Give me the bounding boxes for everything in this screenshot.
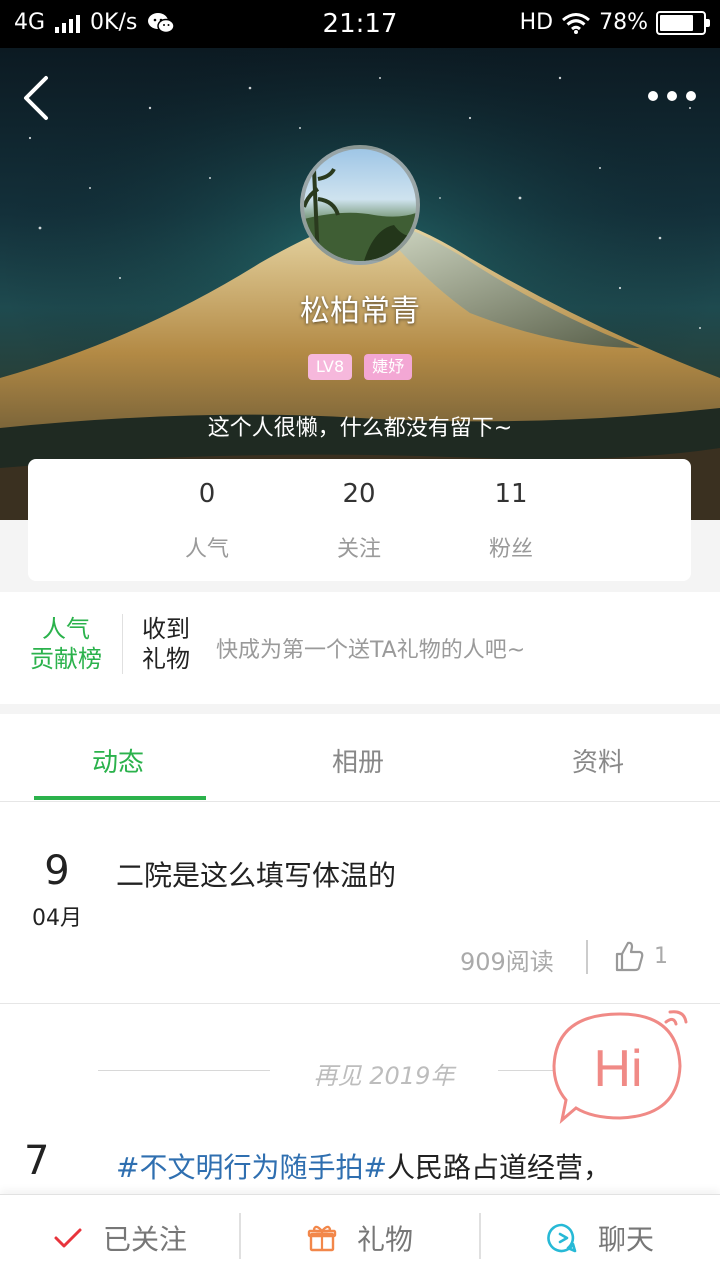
gift-label: 礼物 [356, 1223, 413, 1256]
post-title-text: 人民路占道经营， [386, 1151, 611, 1184]
gifts-section: 人气 贡献榜 收到 礼物 快成为第一个送TA礼物的人吧~ [0, 592, 720, 704]
bio-text: 这个人很懒，什么都没有留下~ [207, 416, 513, 441]
back-button[interactable] [18, 70, 58, 126]
feed-list: 9 04月 二院是这么填写体温的 909阅读 1 再见 2019年 7 #不文明… [0, 802, 720, 1194]
badge-row: LV8 婕妤 [0, 354, 720, 380]
post-hashtag[interactable]: #不文明行为随手拍# [116, 1151, 387, 1184]
battery-icon [656, 10, 710, 35]
chat-label: 聊天 [597, 1223, 654, 1256]
stat-value: 20 [342, 479, 376, 509]
more-options-button[interactable] [648, 84, 698, 108]
stat-label: 粉丝 [488, 537, 533, 562]
status-right: HD 78% [519, 10, 710, 35]
stat-label: 关注 [336, 537, 381, 562]
stat-label: 人气 [184, 537, 229, 562]
thumbs-up-icon [615, 941, 644, 972]
stat-value: 0 [198, 479, 216, 509]
like-count: 1 [654, 944, 668, 969]
profile-tabs: 动态 相册 资料 [0, 714, 720, 802]
bottom-action-bar: 已关注 礼物 聊天 [0, 1194, 720, 1280]
level-badge: LV8 [307, 354, 353, 380]
received-line2: 礼物 [142, 645, 190, 673]
divider [586, 940, 588, 974]
profile-header: 松柏常青 LV8 婕妤 这个人很懒，什么都没有留下~ [0, 48, 720, 520]
received-line1: 收到 [142, 615, 190, 643]
post-day: 9 [44, 848, 70, 894]
rank-label-line1: 人气 [42, 615, 90, 643]
hi-greeting-button[interactable]: Hi [552, 1008, 692, 1126]
divider [122, 614, 123, 674]
follow-button[interactable]: 已关注 [0, 1195, 240, 1280]
post-day: 7 [24, 1138, 50, 1184]
stat-following[interactable]: 20 关注 [299, 479, 419, 563]
chat-button[interactable]: 聊天 [480, 1195, 720, 1280]
rank-label-line2: 贡献榜 [30, 645, 102, 673]
stat-value: 11 [494, 479, 528, 509]
tab-profile-info[interactable]: 资料 [572, 742, 624, 779]
title-badge: 婕妤 [364, 354, 413, 380]
hi-text: Hi [593, 1040, 642, 1098]
follow-label: 已关注 [102, 1223, 187, 1256]
stat-popularity[interactable]: 0 人气 [147, 479, 267, 563]
stats-card: 0 人气 20 关注 11 粉丝 [28, 459, 691, 581]
back-arrow-icon [24, 76, 48, 120]
status-bar: 4G 0K/s 21:17 HD 78% [0, 0, 720, 48]
gift-icon [307, 1225, 337, 1252]
more-dots-icon [648, 91, 696, 101]
gift-hint-text[interactable]: 快成为第一个送TA礼物的人吧~ [216, 632, 525, 664]
check-icon [54, 1228, 82, 1248]
wifi-icon [562, 12, 591, 34]
hi-bubble-icon: Hi [552, 1010, 688, 1124]
avatar[interactable] [300, 145, 420, 265]
battery-percent: 78% [599, 10, 648, 35]
battery-fill [660, 14, 693, 31]
post-month: 04月 [32, 906, 82, 931]
stat-followers[interactable]: 11 粉丝 [451, 479, 571, 563]
tab-moments[interactable]: 动态 [92, 742, 144, 779]
like-button[interactable] [614, 940, 644, 976]
gift-button[interactable]: 礼物 [240, 1195, 480, 1280]
chat-bubble-icon [547, 1223, 577, 1253]
popularity-ranking-button[interactable]: 人气 贡献榜 [26, 614, 106, 674]
header-background-image [0, 48, 720, 520]
hd-indicator: HD [519, 10, 554, 35]
post-title[interactable]: #不文明行为随手拍#人民路占道经营， [116, 1146, 611, 1186]
received-gifts-label: 收到 礼物 [142, 614, 202, 674]
post-read-count: 909阅读 [460, 948, 554, 976]
tab-album[interactable]: 相册 [332, 742, 384, 779]
post-title: 二院是这么填写体温的 [116, 859, 397, 892]
avatar-image [304, 167, 416, 261]
list-item[interactable]: 9 04月 二院是这么填写体温的 909阅读 1 [0, 802, 720, 1004]
active-tab-indicator [34, 796, 206, 800]
username: 松柏常青 [300, 294, 420, 329]
